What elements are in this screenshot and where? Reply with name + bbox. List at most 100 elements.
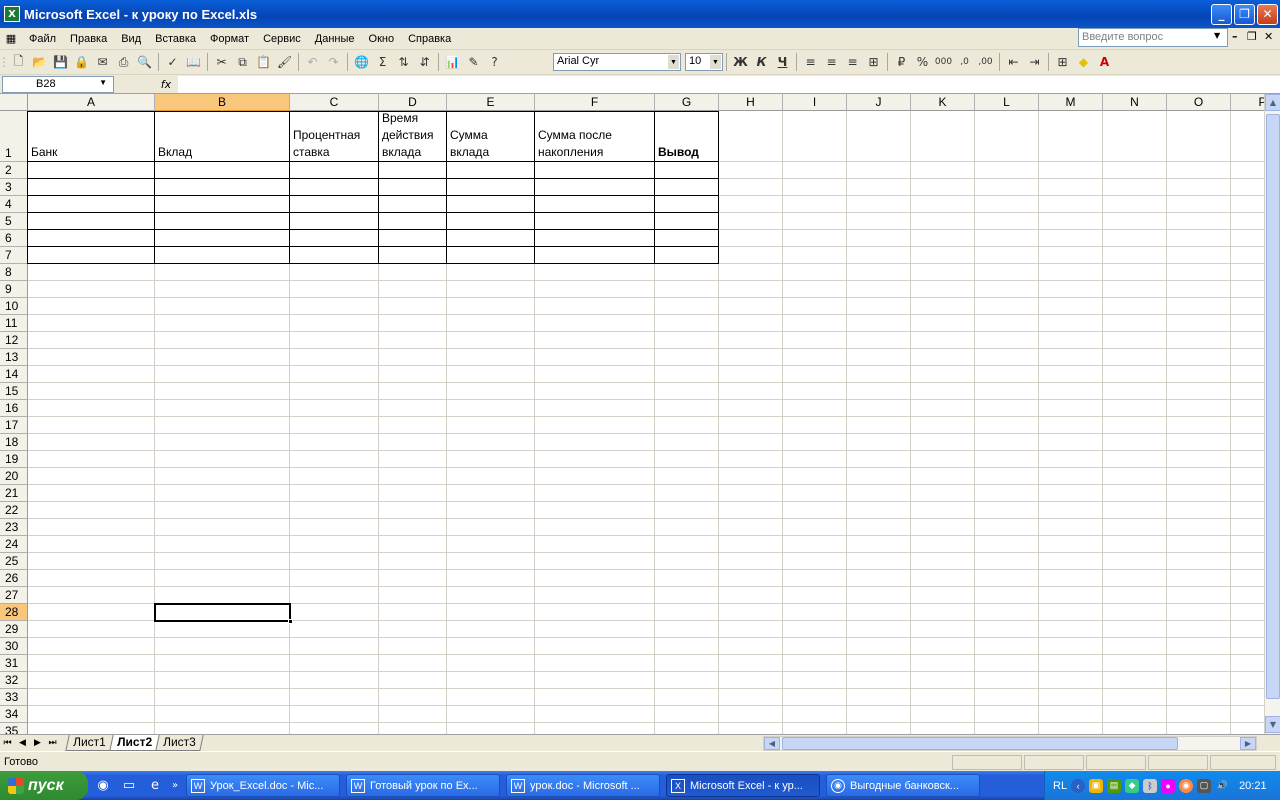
menu-data[interactable]: Данные [308, 33, 362, 45]
row-header-25[interactable]: 25 [0, 553, 28, 570]
column-header-l[interactable]: L [975, 94, 1039, 111]
hscroll-thumb[interactable] [782, 737, 1178, 750]
italic-button[interactable]: К [751, 52, 772, 73]
row-header-26[interactable]: 26 [0, 570, 28, 587]
row-header-30[interactable]: 30 [0, 638, 28, 655]
header-interest-rate[interactable]: Процентная ставка [290, 111, 379, 162]
font-color-icon[interactable]: A [1094, 52, 1115, 73]
taskbar-item-active[interactable]: X Microsoft Excel - к ур... [666, 774, 820, 797]
column-header-g[interactable]: G [655, 94, 719, 111]
scroll-right-icon[interactable]: ▶ [1240, 737, 1256, 750]
header-deposit-amount[interactable]: Сумма вклада [447, 111, 535, 162]
borders-icon[interactable]: ⊞ [1052, 52, 1073, 73]
show-desktop-icon[interactable]: ▭ [118, 775, 140, 797]
align-right-icon[interactable]: ≡ [842, 52, 863, 73]
row-header-9[interactable]: 9 [0, 281, 28, 298]
open-folder-icon[interactable]: 📂 [29, 52, 50, 73]
menu-window[interactable]: Окно [362, 33, 402, 45]
tray-app-icon[interactable]: ● [1161, 778, 1176, 793]
column-header-f[interactable]: F [535, 94, 655, 111]
header-conclusion[interactable]: Вывод [655, 111, 719, 162]
redo-icon[interactable]: ↷ [323, 52, 344, 73]
column-header-a[interactable]: A [28, 94, 155, 111]
row-header-29[interactable]: 29 [0, 621, 28, 638]
bluetooth-icon[interactable]: ᛒ [1143, 778, 1158, 793]
header-deposit[interactable]: Вклад [155, 111, 290, 162]
underline-button[interactable]: Ч [772, 52, 793, 73]
help-icon[interactable]: ? [484, 52, 505, 73]
row-header-5[interactable]: 5 [0, 213, 28, 230]
row-header-24[interactable]: 24 [0, 536, 28, 553]
formula-input[interactable] [178, 75, 1280, 93]
increase-decimal-icon[interactable]: ,0 [954, 52, 975, 73]
header-bank[interactable]: Банк [28, 111, 155, 162]
undo-icon[interactable]: ↶ [302, 52, 323, 73]
row-header-14[interactable]: 14 [0, 366, 28, 383]
row-header-20[interactable]: 20 [0, 468, 28, 485]
last-sheet-icon[interactable]: ⏭ [45, 738, 60, 748]
row-header-34[interactable]: 34 [0, 706, 28, 723]
select-all-button[interactable] [0, 94, 28, 111]
column-header-p[interactable]: P [1231, 94, 1264, 111]
tray-app-icon[interactable]: ▣ [1089, 778, 1104, 793]
more-quicklaunch-icon[interactable]: » [170, 775, 180, 797]
column-header-o[interactable]: O [1167, 94, 1231, 111]
row-header-31[interactable]: 31 [0, 655, 28, 672]
row-header-23[interactable]: 23 [0, 519, 28, 536]
column-header-d[interactable]: D [379, 94, 447, 111]
row-header-18[interactable]: 18 [0, 434, 28, 451]
spelling-icon[interactable]: ✓ [162, 52, 183, 73]
save-icon[interactable]: 💾 [50, 52, 71, 73]
row-header-3[interactable]: 3 [0, 179, 28, 196]
row-header-33[interactable]: 33 [0, 689, 28, 706]
horizontal-scrollbar[interactable]: ◀ ▶ [763, 736, 1257, 751]
paste-icon[interactable]: 📋 [253, 52, 274, 73]
taskbar-item[interactable]: W Урок_Excel.doc - Mic... [186, 774, 340, 797]
doc-restore-button[interactable]: ❐ [1247, 30, 1257, 43]
name-box[interactable]: B28 ▼ [2, 75, 114, 93]
row-header-16[interactable]: 16 [0, 400, 28, 417]
prev-sheet-icon[interactable]: ◀ [15, 738, 30, 748]
header-amount-after[interactable]: Сумма после накопления [535, 111, 655, 162]
chevron-down-icon[interactable]: ▼ [1214, 31, 1220, 40]
row-header-11[interactable]: 11 [0, 315, 28, 332]
taskbar-item[interactable]: Wурок.doc - Microsoft ... [506, 774, 660, 797]
column-header-k[interactable]: K [911, 94, 975, 111]
minimize-button[interactable]: _ [1211, 3, 1232, 25]
column-header-i[interactable]: I [783, 94, 847, 111]
menu-view[interactable]: Вид [114, 33, 148, 45]
print-icon[interactable]: ⎙ [113, 52, 134, 73]
header-deposit-term[interactable]: Время действия вклада [379, 111, 447, 162]
row-header-10[interactable]: 10 [0, 298, 28, 315]
row-header-2[interactable]: 2 [0, 162, 28, 179]
row-header-22[interactable]: 22 [0, 502, 28, 519]
email-icon[interactable]: ✉ [92, 52, 113, 73]
taskbar-item[interactable]: ◉ Выгодные банковск... [826, 774, 980, 797]
row-header-1[interactable]: 1 [0, 111, 28, 162]
permission-icon[interactable]: 🔒 [71, 52, 92, 73]
fill-color-icon[interactable]: ◆ [1073, 52, 1094, 73]
scroll-left-icon[interactable]: ◀ [764, 737, 780, 750]
menu-help[interactable]: Справка [401, 33, 458, 45]
font-size-select[interactable]: 10 ▼ [685, 53, 723, 71]
scroll-up-icon[interactable]: ▲ [1265, 94, 1280, 111]
merge-center-icon[interactable]: ⊞ [863, 52, 884, 73]
row-header-32[interactable]: 32 [0, 672, 28, 689]
chevron-down-icon[interactable]: ▼ [668, 55, 679, 69]
help-question-input[interactable]: Введите вопрос [1078, 28, 1228, 47]
spreadsheet-grid[interactable]: A B C D E F G H I J K L M N O P 1 2 3 4 5 6 7 8 9 10 11 12 13 14 15 16 1… [0, 94, 1264, 734]
font-name-select[interactable]: Arial Cyr ▼ [553, 53, 681, 71]
active-cell[interactable] [154, 603, 293, 624]
research-icon[interactable]: 📖 [183, 52, 204, 73]
column-header-j[interactable]: J [847, 94, 911, 111]
align-center-icon[interactable]: ≡ [821, 52, 842, 73]
start-button[interactable]: пуск [0, 771, 88, 800]
menu-file[interactable]: Файл [22, 33, 63, 45]
column-header-e[interactable]: E [447, 94, 535, 111]
chevron-down-icon[interactable]: ▼ [710, 55, 721, 69]
vertical-scrollbar[interactable]: ▲ ▼ [1264, 94, 1280, 734]
sheet-tab-2[interactable]: Лист2 [109, 735, 160, 751]
doc-minimize-button[interactable]: – [1232, 30, 1238, 43]
menu-insert[interactable]: Вставка [148, 33, 203, 45]
autosum-icon[interactable]: Σ [372, 52, 393, 73]
